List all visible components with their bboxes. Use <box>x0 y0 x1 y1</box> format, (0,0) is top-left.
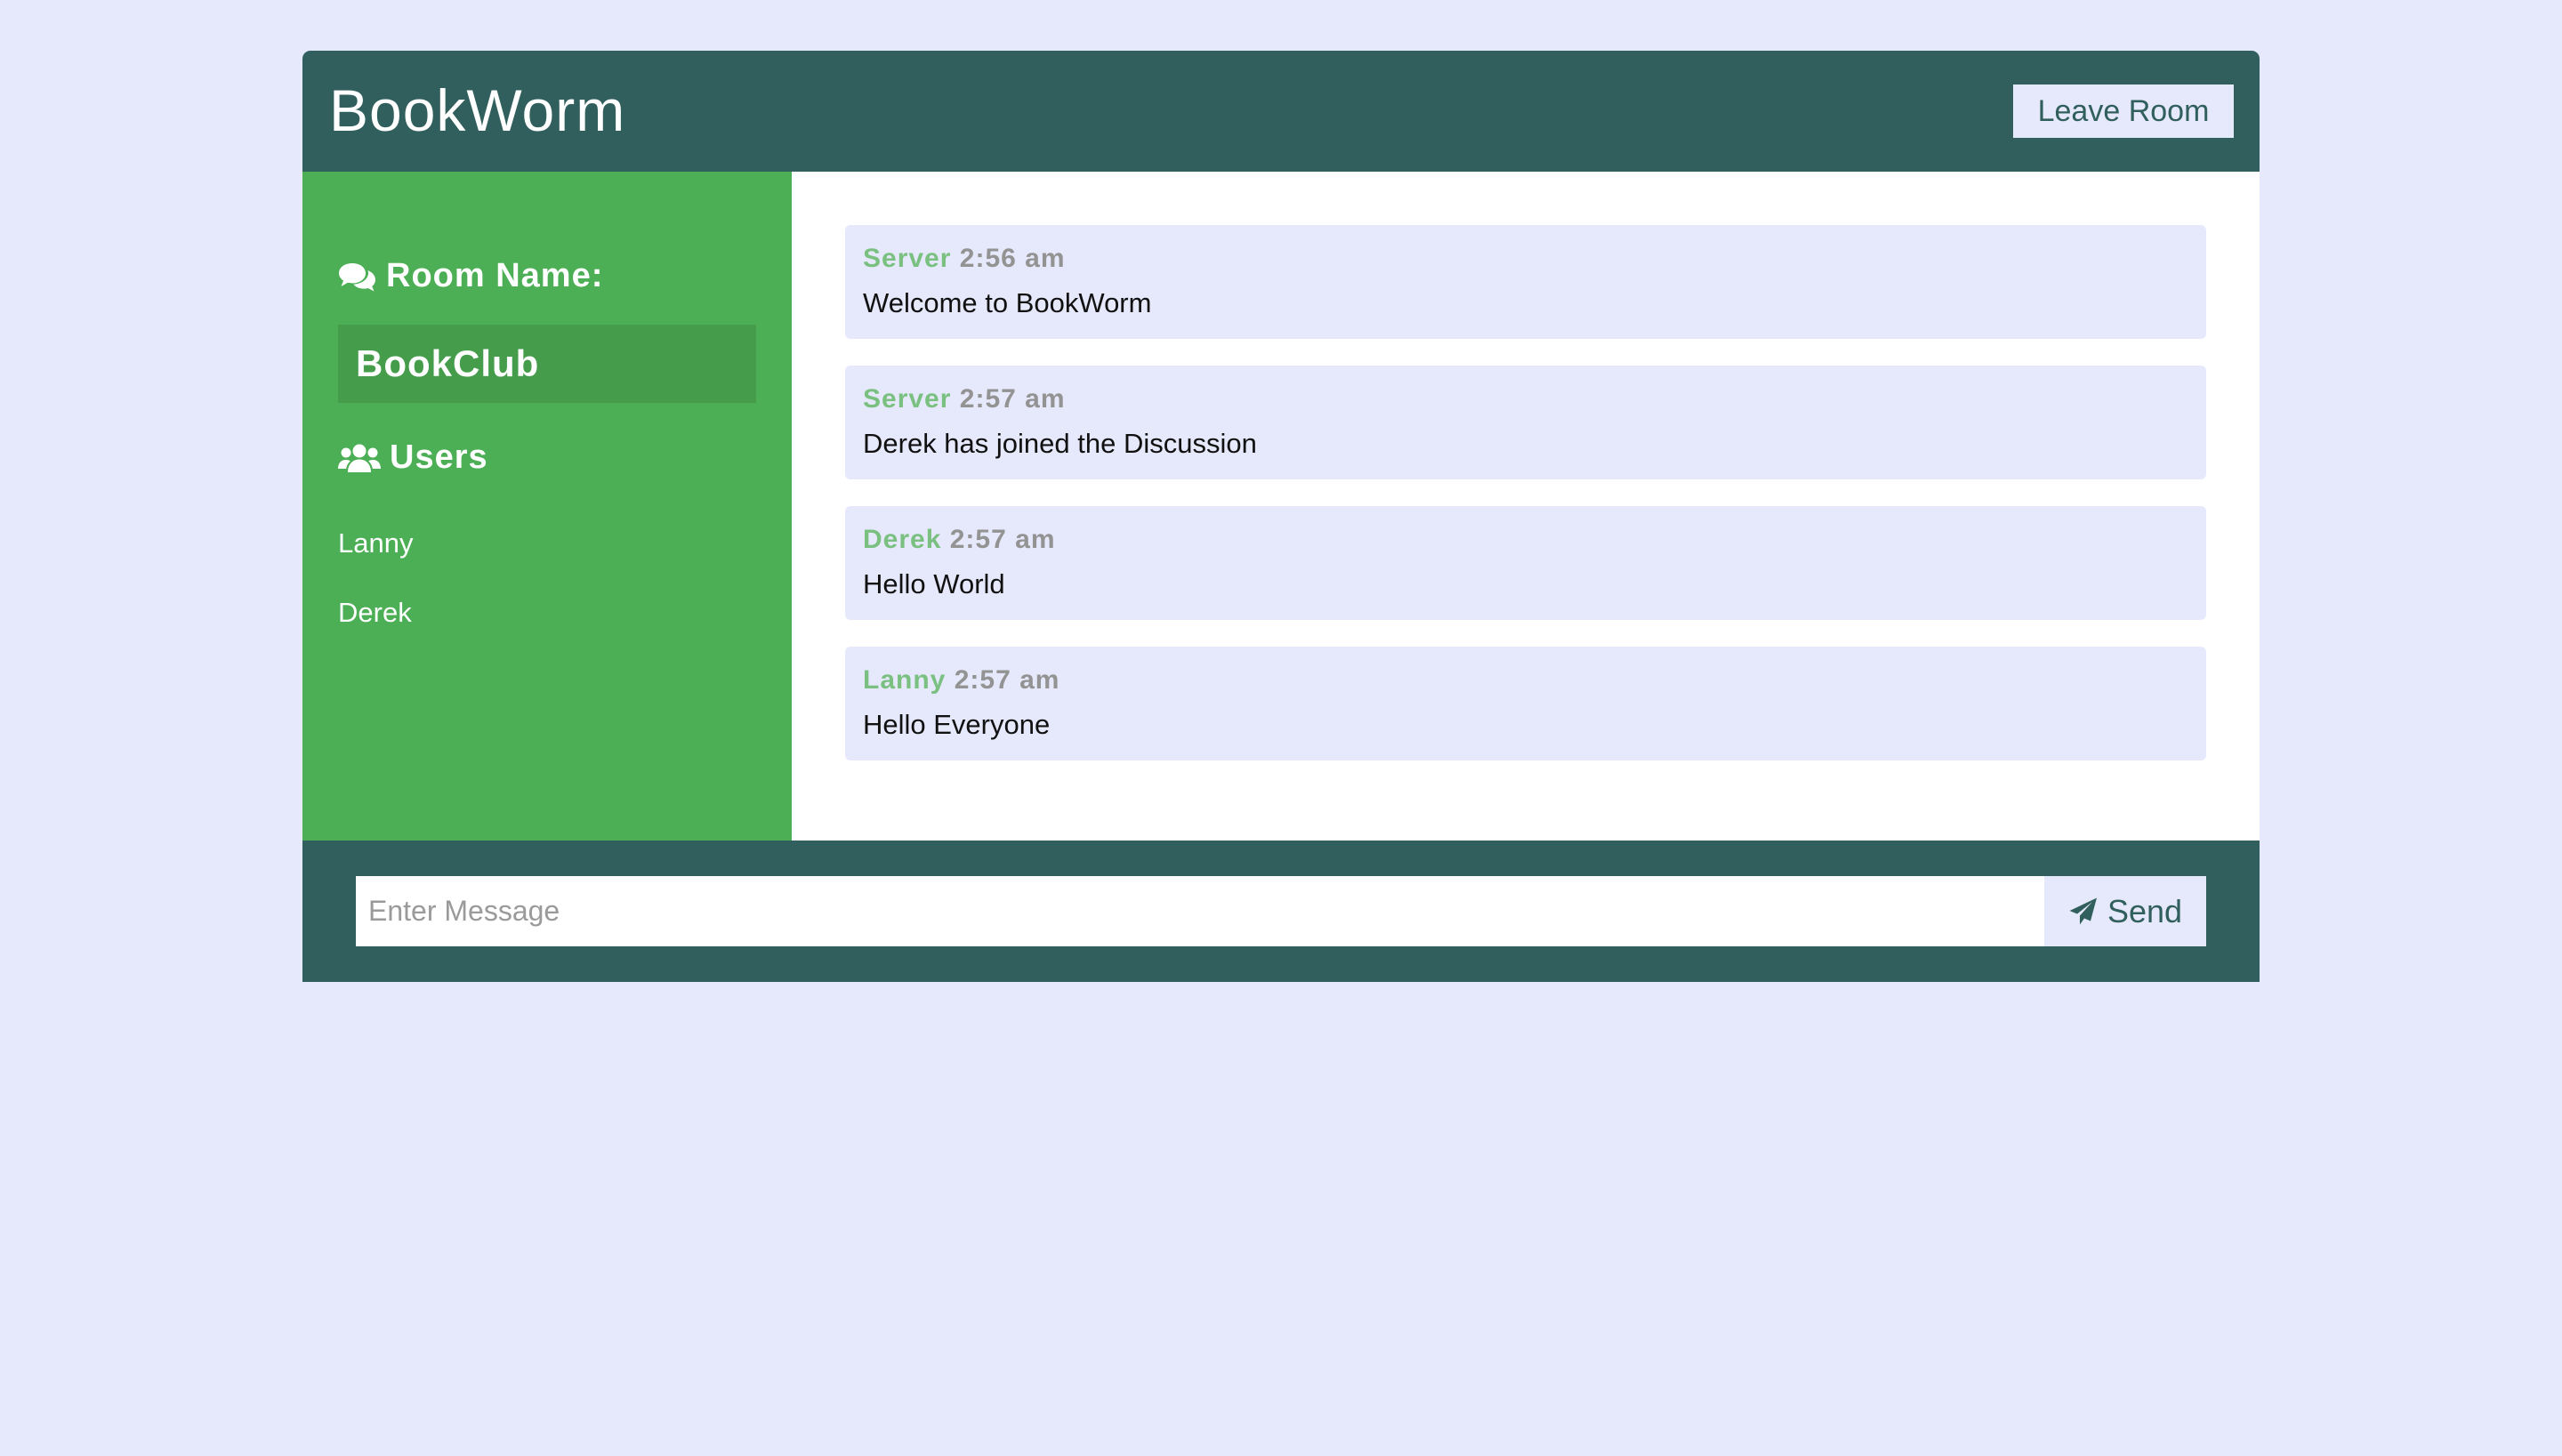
room-name-heading: Room Name: <box>338 257 603 295</box>
message: Server 2:57 am Derek has joined the Disc… <box>845 366 2206 479</box>
room-name-heading-label: Room Name: <box>386 257 604 294</box>
user-list-item: Lanny <box>338 527 414 559</box>
message-meta: Lanny 2:57 am <box>863 664 2188 696</box>
sidebar: Room Name: BookClub Users Lanny Derek <box>302 172 792 841</box>
message-author: Derek <box>863 525 942 554</box>
message-text: Derek has joined the Discussion <box>863 428 1257 459</box>
user-list-item: Derek <box>338 597 412 628</box>
chat-form-container: Send <box>302 841 2260 982</box>
users-icon <box>338 444 381 472</box>
message-author: Server <box>863 244 952 273</box>
message-author: Server <box>863 384 952 414</box>
message: Lanny 2:57 am Hello Everyone <box>845 647 2206 760</box>
send-button[interactable]: Send <box>2044 876 2206 946</box>
message-time: 2:57 am <box>954 665 1060 695</box>
paper-plane-icon <box>2069 897 2097 924</box>
message-text: Hello World <box>863 568 1005 599</box>
comments-icon <box>339 262 375 291</box>
chat-header: BookWorm Leave Room <box>302 51 2260 172</box>
app-title: BookWorm <box>329 77 626 143</box>
chat-container: BookWorm Leave Room Room Name: BookClub … <box>302 51 2260 982</box>
chat-messages: Server 2:56 am Welcome to BookWorm Serve… <box>792 172 2260 841</box>
users-heading-label: Users <box>390 438 488 476</box>
message-text: Hello Everyone <box>863 709 1051 740</box>
users-heading: Users <box>338 438 488 477</box>
message: Derek 2:57 am Hello World <box>845 506 2206 620</box>
message-author: Lanny <box>863 665 947 695</box>
user-list: Lanny Derek <box>338 527 413 666</box>
message-time: 2:56 am <box>959 244 1066 273</box>
message-time: 2:57 am <box>949 525 1056 554</box>
room-name: BookClub <box>338 325 756 403</box>
leave-room-button[interactable]: Leave Room <box>2013 84 2234 138</box>
message-meta: Server 2:57 am <box>863 383 2188 415</box>
send-button-label: Send <box>2107 892 2183 929</box>
message-time: 2:57 am <box>959 384 1066 414</box>
message-meta: Derek 2:57 am <box>863 524 2188 556</box>
message-text: Welcome to BookWorm <box>863 287 1152 318</box>
message-meta: Server 2:56 am <box>863 243 2188 275</box>
message-input[interactable] <box>356 876 2044 946</box>
message: Server 2:56 am Welcome to BookWorm <box>845 225 2206 339</box>
